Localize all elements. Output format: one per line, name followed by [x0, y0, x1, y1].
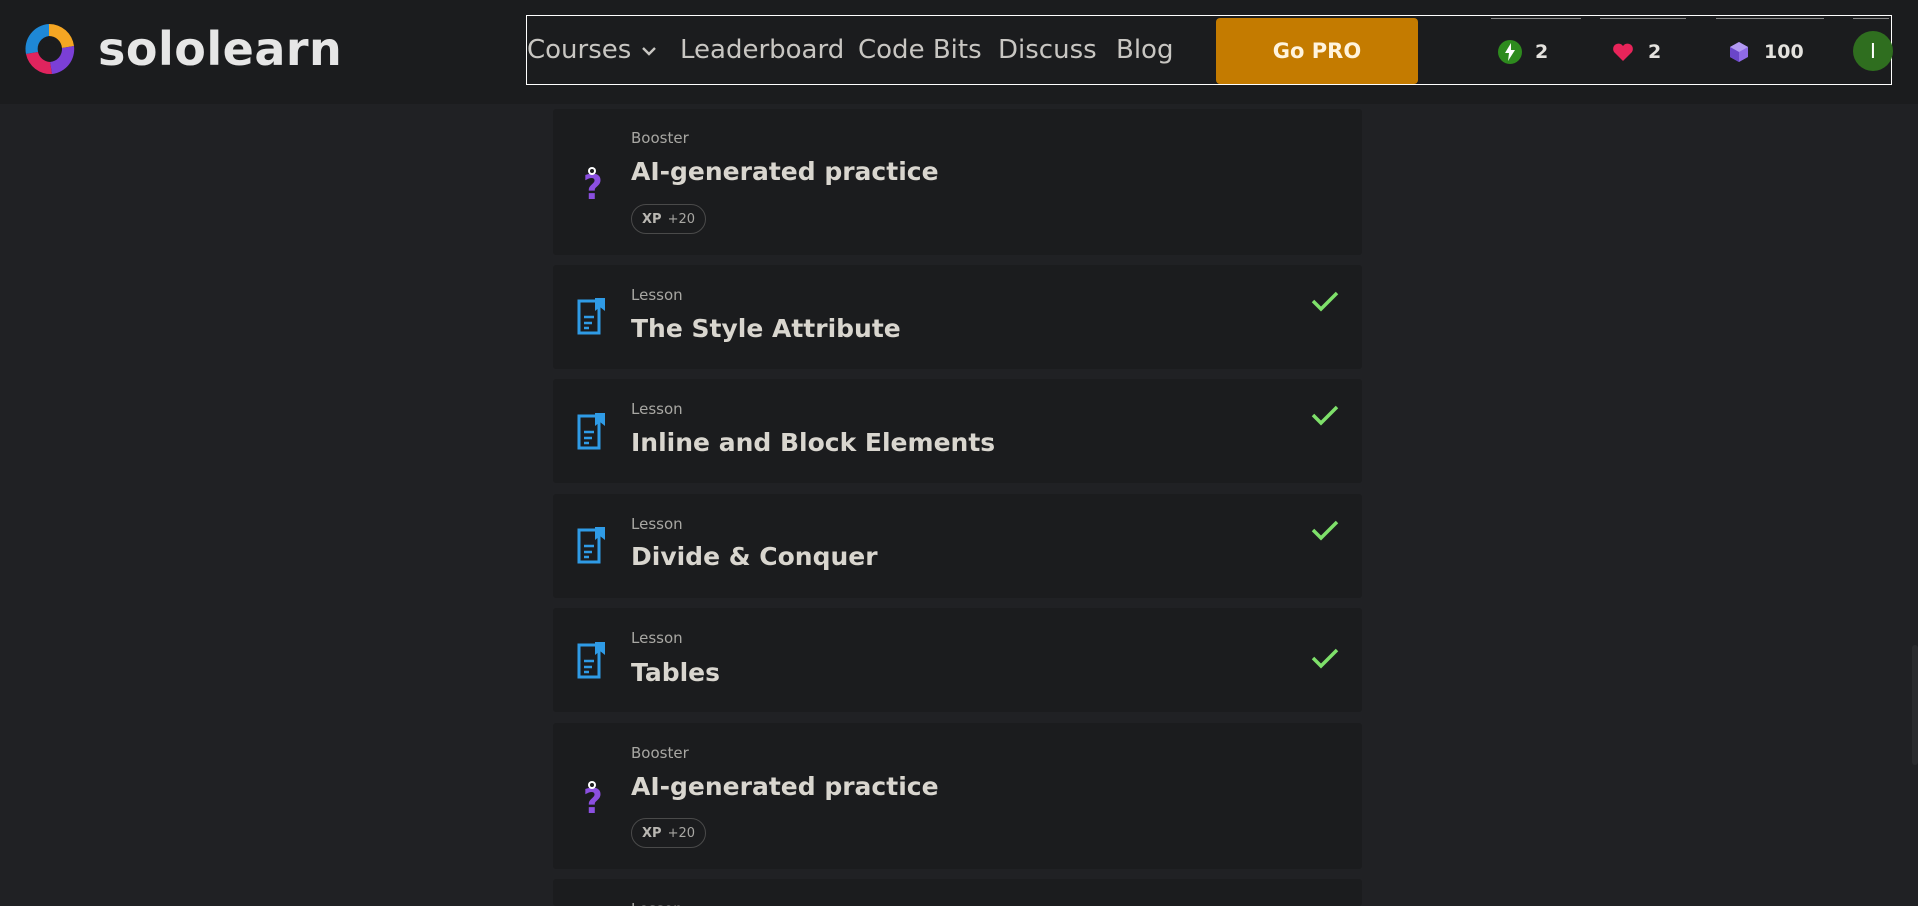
xp-badge: XP +20	[631, 204, 706, 234]
top-navbar: sololearn Courses Leaderboard Code Bits …	[0, 0, 1918, 104]
item-title: The Style Attribute	[631, 314, 901, 343]
checkmark-icon	[1311, 648, 1339, 669]
hearts-count: 2	[1648, 41, 1662, 63]
sololearn-logo[interactable]: sololearn	[18, 18, 342, 80]
list-item[interactable]: ? Booster AI-generated practice XP +20	[553, 723, 1362, 869]
hearts-counter[interactable]: 2	[1600, 18, 1686, 85]
divider	[1853, 18, 1889, 19]
nav-discuss[interactable]: Discuss	[998, 16, 1097, 86]
list-item[interactable]: Lesson Inline and Block Elements	[553, 379, 1362, 483]
gems-count: 100	[1764, 41, 1804, 63]
xp-value: +20	[667, 211, 695, 227]
item-title: Tables	[631, 658, 721, 687]
nav-courses-dropdown[interactable]: Courses	[527, 16, 659, 86]
item-title: AI-generated practice	[631, 772, 939, 801]
lesson-document-icon	[577, 642, 605, 679]
go-pro-button[interactable]: Go PRO	[1216, 18, 1418, 84]
item-type-label: Lesson	[631, 900, 683, 906]
nav-code-bits[interactable]: Code Bits	[858, 16, 982, 86]
xp-value: +20	[667, 825, 695, 841]
lesson-document-icon	[577, 413, 605, 450]
xp-badge: XP +20	[631, 818, 706, 848]
gems-counter[interactable]: 100	[1716, 18, 1824, 85]
scrollbar[interactable]	[1912, 645, 1918, 765]
nav-leaderboard[interactable]: Leaderboard	[680, 16, 844, 86]
lesson-document-icon	[577, 527, 605, 564]
logo-text: sololearn	[98, 22, 343, 76]
user-avatar[interactable]: I	[1853, 31, 1893, 71]
streak-count: 2	[1535, 41, 1549, 63]
list-item[interactable]: Lesson Tables	[553, 608, 1362, 712]
item-type-label: Lesson	[631, 629, 683, 647]
page: sololearn Courses Leaderboard Code Bits …	[0, 0, 1918, 906]
nav-blog[interactable]: Blog	[1116, 16, 1173, 86]
booster-question-icon: ?	[583, 781, 603, 817]
item-type-label: Lesson	[631, 400, 683, 418]
xp-label: XP	[642, 211, 662, 227]
heart-icon	[1613, 43, 1633, 61]
booster-question-icon: ?	[583, 167, 603, 203]
item-title: AI-generated practice	[631, 157, 939, 186]
gem-icon	[1730, 42, 1748, 62]
nav-courses-label: Courses	[527, 35, 632, 65]
chevron-down-icon	[642, 46, 657, 56]
item-type-label: Lesson	[631, 515, 683, 533]
item-title: Inline and Block Elements	[631, 428, 996, 457]
list-item[interactable]: ? Booster AI-generated practice XP +20	[553, 109, 1362, 255]
main-navigation: Courses Leaderboard Code Bits Discuss Bl…	[526, 15, 1893, 86]
lesson-document-icon	[577, 298, 605, 335]
checkmark-icon	[1311, 291, 1339, 312]
sololearn-logo-icon	[25, 23, 75, 75]
list-item[interactable]: Lesson Divide & Conquer	[553, 494, 1362, 598]
item-title: Divide & Conquer	[631, 542, 878, 571]
checkmark-icon	[1311, 405, 1339, 426]
item-type-label: Booster	[631, 129, 689, 147]
list-item[interactable]: Lesson	[553, 879, 1362, 906]
list-item[interactable]: Lesson The Style Attribute	[553, 265, 1362, 369]
item-type-label: Booster	[631, 744, 689, 762]
streak-counter[interactable]: 2	[1491, 18, 1581, 85]
item-type-label: Lesson	[631, 286, 683, 304]
checkmark-icon	[1311, 520, 1339, 541]
xp-label: XP	[642, 825, 662, 841]
lightning-icon	[1498, 40, 1522, 64]
